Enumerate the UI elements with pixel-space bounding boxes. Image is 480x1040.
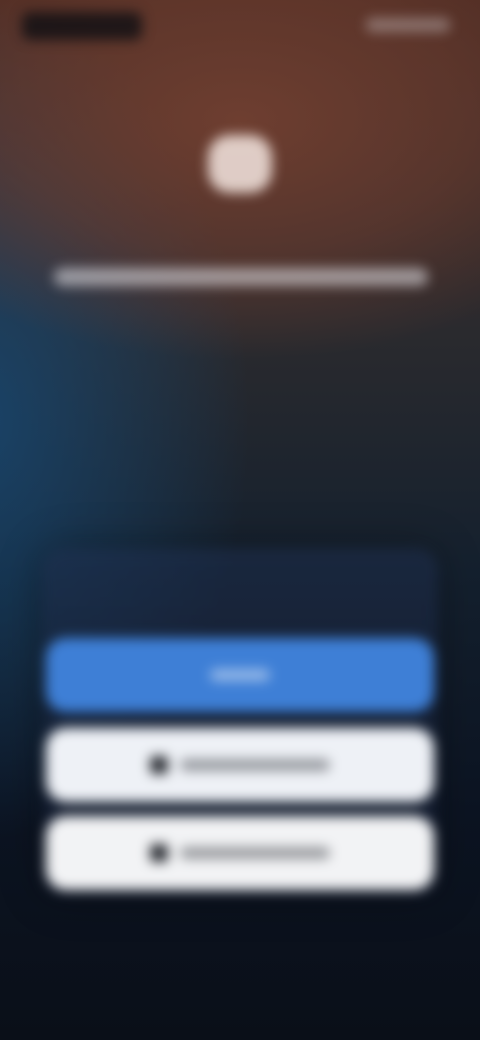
status-time	[22, 12, 142, 40]
google-signin-label-placeholder	[180, 847, 330, 859]
apple-icon	[150, 756, 168, 774]
status-bar	[0, 0, 480, 48]
app-logo-icon	[208, 135, 272, 193]
apple-signin-button[interactable]	[46, 728, 434, 802]
google-signin-button[interactable]	[46, 816, 434, 890]
google-icon	[150, 844, 168, 862]
card-label	[62, 580, 182, 600]
footer-link[interactable]	[170, 924, 310, 940]
tagline	[50, 262, 430, 294]
subtle-text	[180, 456, 300, 474]
primary-login-button[interactable]	[46, 638, 434, 712]
apple-signin-label-placeholder	[180, 759, 330, 771]
screen	[0, 0, 480, 1040]
primary-login-label-placeholder	[210, 669, 270, 681]
status-indicators	[366, 18, 450, 32]
